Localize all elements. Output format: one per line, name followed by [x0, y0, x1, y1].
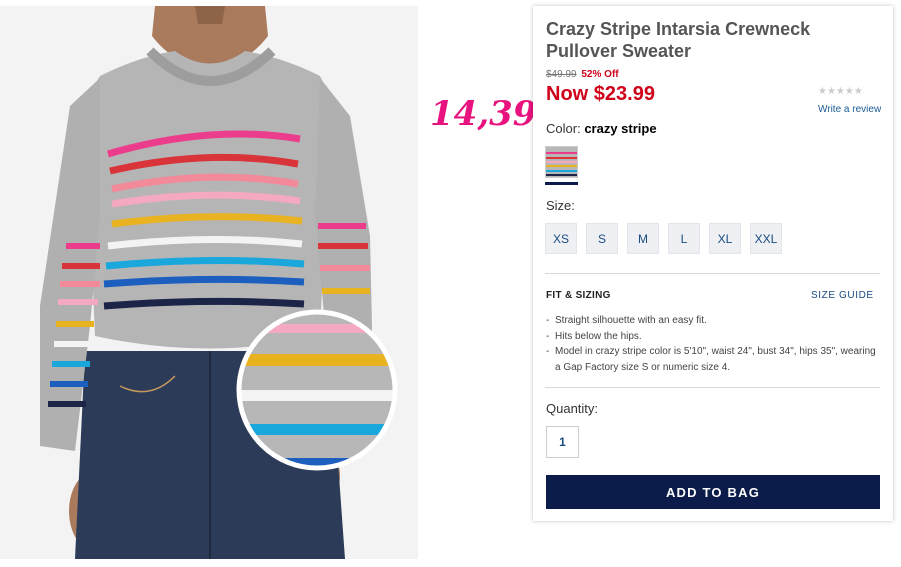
- size-button-xxl[interactable]: XXL: [750, 223, 782, 254]
- quantity-label: Quantity:: [546, 401, 599, 416]
- fit-detail-item: Model in crazy stripe color is 5'10", wa…: [546, 344, 881, 375]
- fit-detail-item: Hits below the hips.: [546, 329, 881, 345]
- color-swatch-crazy-stripe[interactable]: [545, 146, 578, 178]
- size-button-l[interactable]: L: [668, 223, 700, 254]
- size-button-xl[interactable]: XL: [709, 223, 741, 254]
- discount-badge: 52% Off: [581, 69, 619, 80]
- sweater-illustration: [0, 6, 418, 559]
- sale-price: Now $23.99: [546, 83, 655, 105]
- quantity-input[interactable]: 1: [546, 426, 579, 458]
- divider: [545, 273, 880, 274]
- write-review-link[interactable]: Write a review: [818, 104, 881, 115]
- handwritten-price-annotation: 14,39: [430, 94, 537, 134]
- size-button-s[interactable]: S: [586, 223, 618, 254]
- fit-detail-item: Straight silhouette with an easy fit.: [546, 313, 881, 329]
- color-label: Color: crazy stripe: [546, 121, 657, 136]
- size-guide-link[interactable]: SIZE GUIDE: [811, 290, 874, 301]
- divider: [545, 387, 880, 388]
- product-image[interactable]: [0, 6, 418, 559]
- price-row: $49.99 52% Off: [546, 69, 619, 80]
- product-title: Crazy Stripe Intarsia Crewneck Pullover …: [546, 19, 811, 61]
- stripe-swatch-icon: [546, 147, 577, 177]
- rating-stars-icon: ★★★★★: [818, 86, 863, 97]
- size-button-m[interactable]: M: [627, 223, 659, 254]
- size-selector: XS S M L XL XXL: [545, 223, 782, 254]
- size-button-xs[interactable]: XS: [545, 223, 577, 254]
- size-label: Size:: [546, 198, 575, 213]
- add-to-bag-button[interactable]: ADD TO BAG: [546, 475, 880, 509]
- color-label-text: Color:: [546, 121, 581, 136]
- original-price: $49.99: [546, 69, 577, 80]
- product-info-panel: Crazy Stripe Intarsia Crewneck Pullover …: [533, 6, 893, 521]
- selected-swatch-indicator: [545, 182, 578, 185]
- fit-sizing-heading: FIT & SIZING: [546, 290, 611, 301]
- fit-details-list: Straight silhouette with an easy fit. Hi…: [546, 313, 881, 375]
- color-value: crazy stripe: [584, 121, 657, 136]
